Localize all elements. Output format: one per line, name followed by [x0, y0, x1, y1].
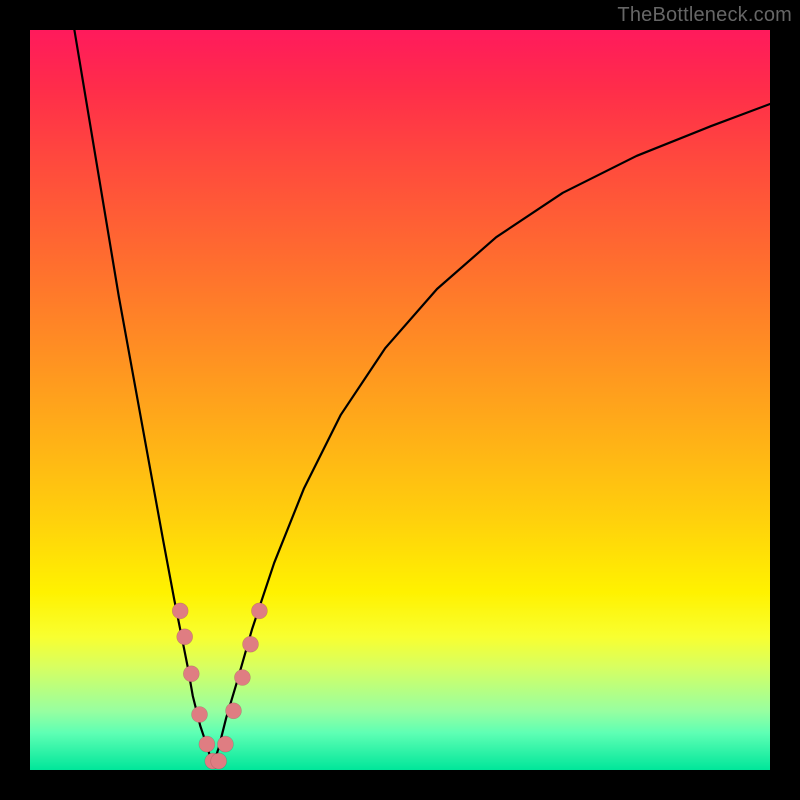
highlight-dot	[251, 603, 267, 619]
highlight-dot	[183, 666, 199, 682]
curve-left-branch	[74, 30, 212, 766]
highlight-dot	[234, 670, 250, 686]
highlight-dot	[211, 753, 227, 769]
chart-svg	[30, 30, 770, 770]
highlight-dot	[226, 703, 242, 719]
watermark: TheBottleneck.com	[617, 4, 792, 27]
highlight-dot	[243, 636, 259, 652]
highlight-dot	[217, 736, 233, 752]
highlight-dot	[199, 736, 215, 752]
plot-area	[30, 30, 770, 770]
curve-right-branch	[213, 104, 770, 766]
highlight-dot	[177, 629, 193, 645]
highlight-dot	[172, 603, 188, 619]
highlight-dot	[192, 707, 208, 723]
chart-stage: TheBottleneck.com	[0, 0, 800, 800]
